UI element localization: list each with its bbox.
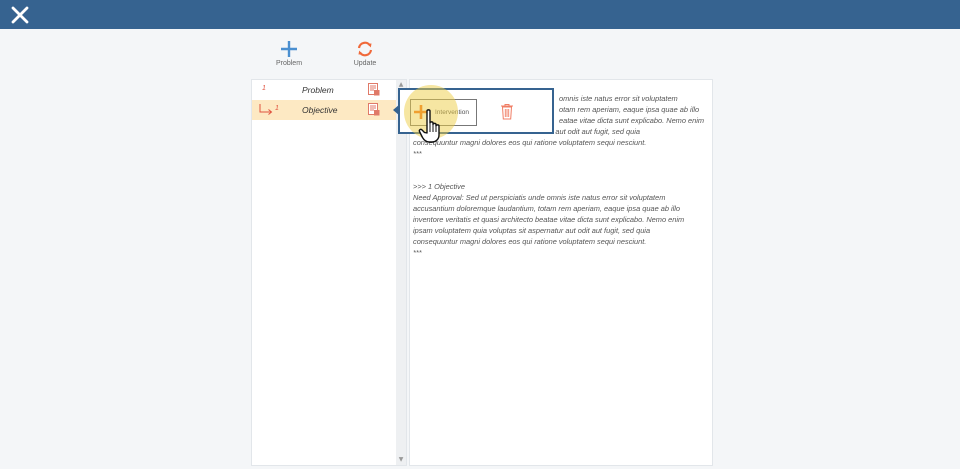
problem-button[interactable]: Problem [269, 40, 309, 72]
content-line: accusantium doloremque laudantium, totam… [413, 204, 681, 213]
update-button[interactable]: Update [345, 40, 385, 72]
content-line: *** [413, 149, 422, 158]
content-line: Need Approval: Sed ut perspiciatis unde … [413, 193, 666, 202]
close-icon[interactable] [10, 5, 30, 25]
note-icon[interactable] [368, 83, 380, 96]
problem-button-label: Problem [275, 60, 303, 67]
content-line: >>> 1 Objective [413, 182, 465, 191]
content-line: inventore veritatis et quasi architecto … [413, 215, 685, 224]
trash-icon[interactable] [500, 103, 514, 120]
tree-item-number: 1 [262, 85, 266, 92]
tree-item-label: Objective [302, 105, 338, 115]
top-bar [0, 0, 960, 29]
plus-icon [281, 41, 297, 57]
tree-item-number: 1 [275, 105, 279, 112]
tree-item-problem[interactable]: 1 Problem [252, 80, 396, 100]
tree-item-label: Problem [302, 85, 334, 95]
intervention-label: Intervention [435, 109, 469, 116]
content-line: ipsam voluptatem quia voluptas sit asper… [413, 226, 651, 235]
plus-icon[interactable] [413, 104, 429, 120]
scroll-down-icon[interactable]: ▼ [396, 455, 406, 465]
content-block-1: consequuntur magni dolores eos qui ratio… [413, 137, 711, 159]
content-line: consequuntur magni dolores eos qui ratio… [413, 138, 647, 147]
refresh-icon [357, 41, 373, 57]
content-block-2: >>> 1 Objective Need Approval: Sed ut pe… [413, 181, 711, 258]
child-arrow-icon [259, 104, 273, 115]
note-icon[interactable] [368, 103, 380, 116]
tree-scrollbar[interactable]: ▲ ▼ [396, 80, 406, 465]
content-line: consequuntur magni dolores eos qui ratio… [413, 237, 647, 246]
tree-panel [251, 79, 407, 466]
tree-item-objective[interactable]: 1 Objective [252, 100, 396, 120]
update-button-label: Update [353, 60, 377, 67]
content-line: *** [413, 248, 422, 257]
